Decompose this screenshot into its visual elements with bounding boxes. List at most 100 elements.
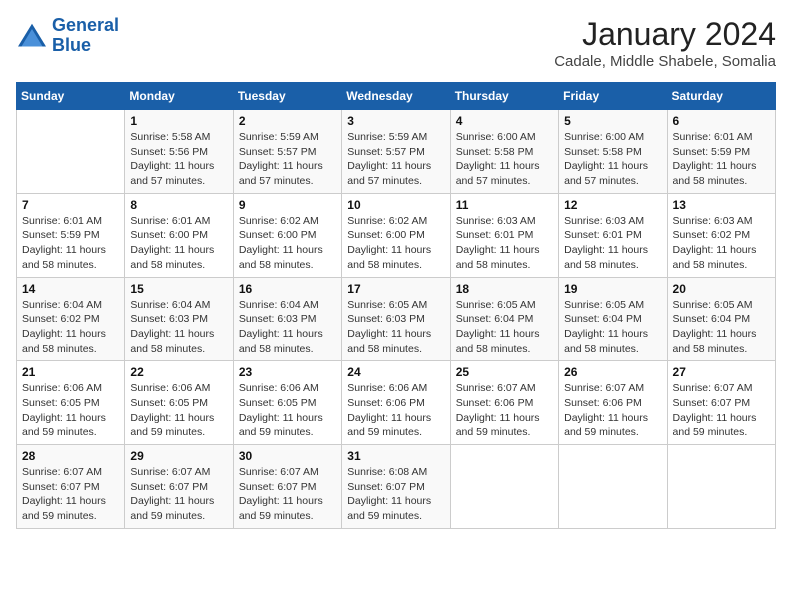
day-number: 24 — [347, 365, 444, 379]
calendar-week-5: 28Sunrise: 6:07 AMSunset: 6:07 PMDayligh… — [17, 445, 776, 529]
sunset-text: Sunset: 6:00 PM — [239, 229, 317, 241]
day-detail: Sunrise: 6:04 AMSunset: 6:03 PMDaylight:… — [239, 298, 336, 357]
sunrise-text: Sunrise: 6:05 AM — [347, 299, 427, 311]
calendar-cell: 14Sunrise: 6:04 AMSunset: 6:02 PMDayligh… — [17, 277, 125, 361]
daylight-text: Daylight: 11 hours and 59 minutes. — [673, 412, 757, 439]
sunset-text: Sunset: 6:07 PM — [239, 481, 317, 493]
daylight-text: Daylight: 11 hours and 57 minutes. — [130, 160, 214, 187]
sunrise-text: Sunrise: 6:04 AM — [239, 299, 319, 311]
sunrise-text: Sunrise: 6:07 AM — [673, 382, 753, 394]
sunset-text: Sunset: 6:06 PM — [456, 397, 534, 409]
calendar-week-4: 21Sunrise: 6:06 AMSunset: 6:05 PMDayligh… — [17, 361, 776, 445]
daylight-text: Daylight: 11 hours and 58 minutes. — [456, 328, 540, 355]
sunset-text: Sunset: 5:59 PM — [22, 229, 100, 241]
sunset-text: Sunset: 6:03 PM — [239, 313, 317, 325]
calendar-week-1: 1 Sunrise: 5:58 AMSunset: 5:56 PMDaylight… — [17, 110, 776, 194]
day-number: 17 — [347, 282, 444, 296]
daylight-text: Daylight: 11 hours and 57 minutes. — [456, 160, 540, 187]
weekday-sunday: Sunday — [17, 83, 125, 110]
calendar-cell: 22Sunrise: 6:06 AMSunset: 6:05 PMDayligh… — [125, 361, 233, 445]
sunrise-text: Sunrise: 6:02 AM — [239, 215, 319, 227]
calendar-title: January 2024 — [554, 16, 776, 53]
sunset-text: Sunset: 6:04 PM — [673, 313, 751, 325]
day-detail: Sunrise: 6:06 AMSunset: 6:05 PMDaylight:… — [130, 381, 227, 440]
day-number: 5 — [564, 114, 661, 128]
day-number: 13 — [673, 198, 770, 212]
sunset-text: Sunset: 5:58 PM — [564, 146, 642, 158]
sunset-text: Sunset: 6:00 PM — [130, 229, 208, 241]
sunrise-text: Sunrise: 6:02 AM — [347, 215, 427, 227]
sunrise-text: Sunrise: 6:03 AM — [456, 215, 536, 227]
calendar-cell: 10Sunrise: 6:02 AMSunset: 6:00 PMDayligh… — [342, 193, 450, 277]
day-detail: Sunrise: 5:58 AMSunset: 5:56 PMDaylight:… — [130, 130, 227, 189]
weekday-monday: Monday — [125, 83, 233, 110]
weekday-tuesday: Tuesday — [233, 83, 341, 110]
sunrise-text: Sunrise: 6:07 AM — [564, 382, 644, 394]
calendar-cell: 11Sunrise: 6:03 AMSunset: 6:01 PMDayligh… — [450, 193, 558, 277]
sunset-text: Sunset: 5:58 PM — [456, 146, 534, 158]
sunrise-text: Sunrise: 5:59 AM — [347, 131, 427, 143]
calendar-cell: 19Sunrise: 6:05 AMSunset: 6:04 PMDayligh… — [559, 277, 667, 361]
calendar-cell: 13Sunrise: 6:03 AMSunset: 6:02 PMDayligh… — [667, 193, 775, 277]
day-number: 18 — [456, 282, 553, 296]
day-number: 9 — [239, 198, 336, 212]
sunrise-text: Sunrise: 6:04 AM — [130, 299, 210, 311]
day-detail: Sunrise: 6:02 AM Sunset: 6:00 PM Daylight:… — [239, 214, 336, 273]
day-number: 10 — [347, 198, 444, 212]
daylight-text: Daylight: 11 hours and 58 minutes. — [239, 244, 323, 271]
day-detail: Sunrise: 6:01 AMSunset: 6:00 PMDaylight:… — [130, 214, 227, 273]
day-number: 23 — [239, 365, 336, 379]
day-number: 7 — [22, 198, 119, 212]
day-number: 30 — [239, 449, 336, 463]
day-number: 6 — [673, 114, 770, 128]
sunrise-text: Sunrise: 6:03 AM — [673, 215, 753, 227]
day-detail: Sunrise: 6:06 AMSunset: 6:05 PMDaylight:… — [239, 381, 336, 440]
daylight-text: Daylight: 11 hours and 59 minutes. — [347, 412, 431, 439]
daylight-text: Daylight: 11 hours and 58 minutes. — [564, 244, 648, 271]
day-number: 15 — [130, 282, 227, 296]
daylight-text: Daylight: 11 hours and 59 minutes. — [239, 495, 323, 522]
day-detail: Sunrise: 6:03 AMSunset: 6:01 PMDaylight:… — [456, 214, 553, 273]
day-detail: Sunrise: 6:07 AMSunset: 6:06 PMDaylight:… — [456, 381, 553, 440]
sunset-text: Sunset: 5:57 PM — [347, 146, 425, 158]
calendar-cell: 27Sunrise: 6:07 AMSunset: 6:07 PMDayligh… — [667, 361, 775, 445]
calendar-cell: 16Sunrise: 6:04 AMSunset: 6:03 PMDayligh… — [233, 277, 341, 361]
calendar-cell: 28Sunrise: 6:07 AMSunset: 6:07 PMDayligh… — [17, 445, 125, 529]
sunset-text: Sunset: 6:04 PM — [564, 313, 642, 325]
day-number: 25 — [456, 365, 553, 379]
calendar-cell: 21Sunrise: 6:06 AMSunset: 6:05 PMDayligh… — [17, 361, 125, 445]
calendar-cell: 6Sunrise: 6:01 AMSunset: 5:59 PMDaylight… — [667, 110, 775, 194]
day-detail: Sunrise: 6:01 AMSunset: 5:59 PMDaylight:… — [22, 214, 119, 273]
calendar-cell: 8Sunrise: 6:01 AMSunset: 6:00 PMDaylight… — [125, 193, 233, 277]
day-detail: Sunrise: 6:08 AMSunset: 6:07 PMDaylight:… — [347, 465, 444, 524]
sunset-text: Sunset: 6:01 PM — [564, 229, 642, 241]
logo-icon — [16, 22, 48, 50]
sunrise-text: Sunrise: 6:07 AM — [456, 382, 536, 394]
calendar-week-2: 7 Sunrise: 6:01 AMSunset: 5:59 PMDaylight… — [17, 193, 776, 277]
sunrise-text: Sunrise: 6:06 AM — [130, 382, 210, 394]
calendar-subtitle: Cadale, Middle Shabele, Somalia — [554, 53, 776, 70]
sunrise-text: Sunrise: 5:58 AM — [130, 131, 210, 143]
sunset-text: Sunset: 5:59 PM — [673, 146, 751, 158]
day-detail: Sunrise: 6:07 AMSunset: 6:07 PMDaylight:… — [239, 465, 336, 524]
day-detail: Sunrise: 6:05 AMSunset: 6:04 PMDaylight:… — [673, 298, 770, 357]
day-detail: Sunrise: 6:04 AMSunset: 6:02 PMDaylight:… — [22, 298, 119, 357]
day-number: 3 — [347, 114, 444, 128]
daylight-text: Daylight: 11 hours and 58 minutes. — [130, 328, 214, 355]
daylight-text: Daylight: 11 hours and 58 minutes. — [673, 328, 757, 355]
day-number: 19 — [564, 282, 661, 296]
sunrise-text: Sunrise: 5:59 AM — [239, 131, 319, 143]
calendar-cell: 24Sunrise: 6:06 AMSunset: 6:06 PMDayligh… — [342, 361, 450, 445]
day-number: 20 — [673, 282, 770, 296]
weekday-saturday: Saturday — [667, 83, 775, 110]
calendar-cell: 4Sunrise: 6:00 AMSunset: 5:58 PMDaylight… — [450, 110, 558, 194]
daylight-text: Daylight: 11 hours and 59 minutes. — [239, 412, 323, 439]
day-detail: Sunrise: 5:59 AMSunset: 5:57 PMDaylight:… — [239, 130, 336, 189]
sunset-text: Sunset: 6:02 PM — [22, 313, 100, 325]
sunset-text: Sunset: 6:05 PM — [22, 397, 100, 409]
day-number: 27 — [673, 365, 770, 379]
sunrise-text: Sunrise: 6:01 AM — [673, 131, 753, 143]
day-number: 1 — [130, 114, 227, 128]
sunset-text: Sunset: 5:57 PM — [239, 146, 317, 158]
calendar-cell: 12Sunrise: 6:03 AMSunset: 6:01 PMDayligh… — [559, 193, 667, 277]
